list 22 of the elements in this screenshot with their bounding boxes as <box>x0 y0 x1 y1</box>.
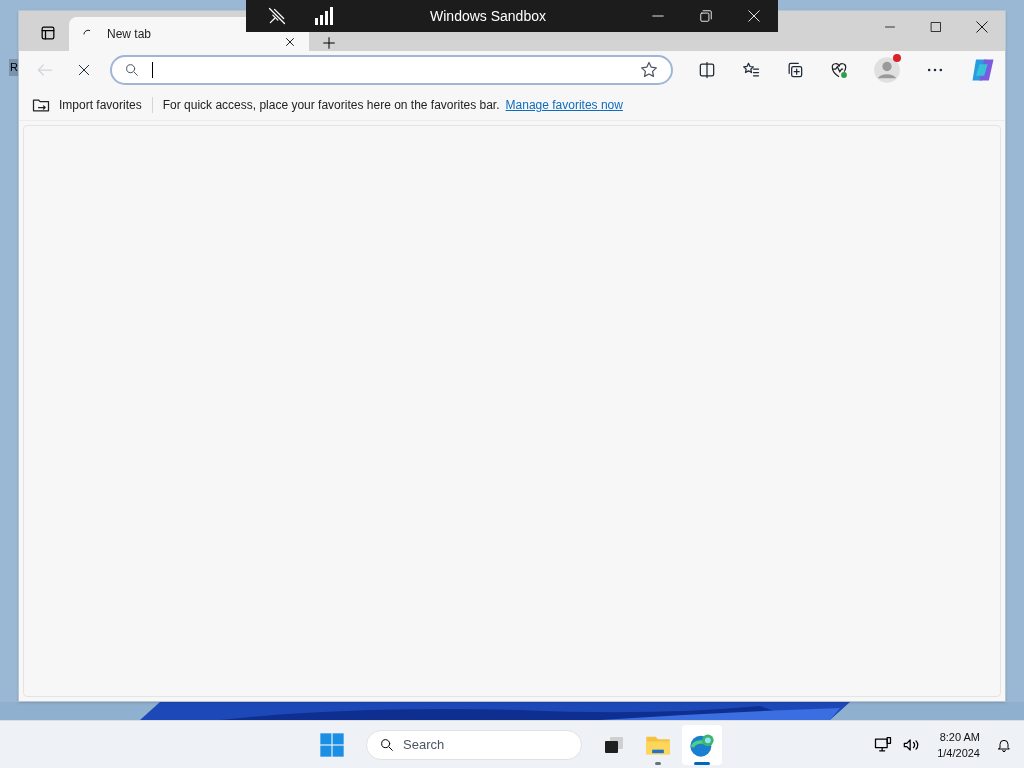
split-screen-icon[interactable] <box>697 60 717 80</box>
maximize-icon <box>930 21 942 33</box>
profile-avatar[interactable] <box>873 56 901 84</box>
start-icon[interactable] <box>318 731 346 759</box>
search-placeholder: Search <box>403 736 445 755</box>
taskbar-search-field[interactable]: Search <box>366 730 582 760</box>
search-icon <box>379 737 395 753</box>
unpinned-icon[interactable] <box>267 6 287 26</box>
heart-pulse-icon[interactable] <box>829 60 849 80</box>
close-icon <box>747 9 761 23</box>
clock[interactable]: 8:20 AM 1/4/2024 <box>929 728 988 761</box>
restore-icon <box>699 9 713 23</box>
sandbox-title: Windows Sandbox <box>429 6 547 26</box>
new-tab-icon[interactable] <box>321 35 337 51</box>
close-icon <box>975 20 989 34</box>
manage-favorites-link[interactable]: Manage favorites now <box>505 95 623 114</box>
import-favorites-button[interactable]: Import favorites <box>59 95 142 114</box>
desktop-icon-label: R <box>9 59 19 76</box>
close-tab-icon[interactable] <box>283 35 297 49</box>
search-icon <box>123 62 140 78</box>
favorites-bar-message: For quick access, place your favorites here on the favorites bar. <box>162 96 500 114</box>
star-icon[interactable] <box>639 60 659 80</box>
